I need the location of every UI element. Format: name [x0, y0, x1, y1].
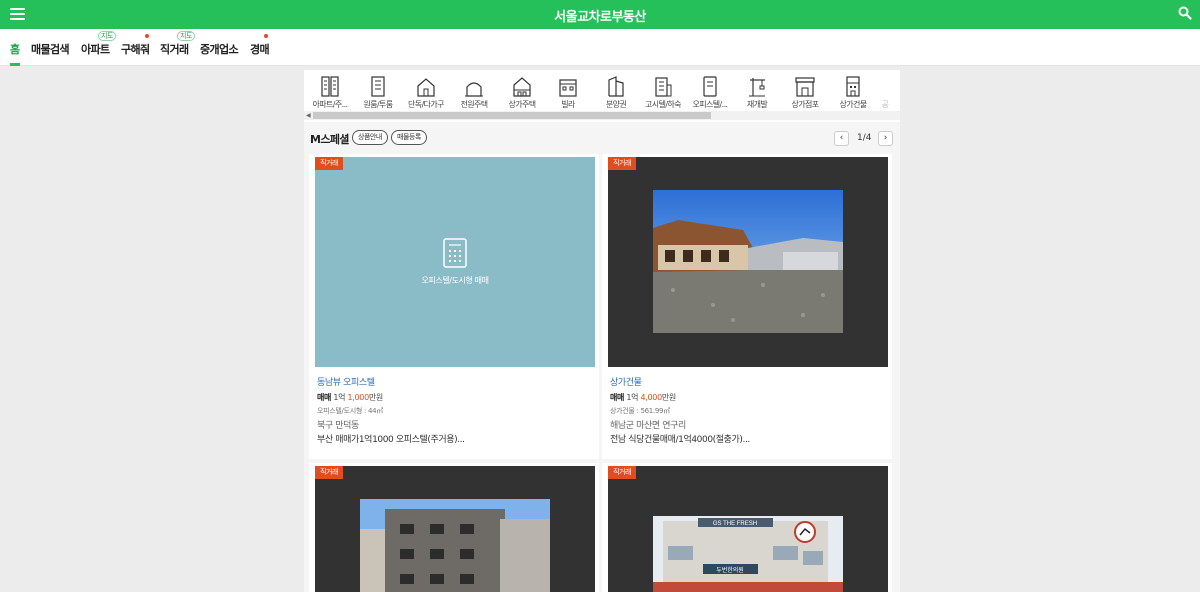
store-icon: [795, 77, 815, 97]
search-icon[interactable]: [1178, 6, 1192, 20]
listing-image[interactable]: 직거래: [608, 157, 888, 367]
category-house[interactable]: 단독/다가구: [403, 75, 449, 110]
direct-deal-badge: 직거래: [608, 157, 636, 170]
oneroom-icon: [371, 76, 385, 97]
new-dot: [145, 34, 149, 38]
image-placeholder-label: 오피스텔/도시형 매매: [421, 276, 489, 285]
nav-home[interactable]: 홈: [10, 41, 20, 57]
category-label: 상가주택: [508, 100, 536, 109]
category-goshitel[interactable]: 고시텔/하숙: [640, 75, 686, 110]
building-photo: [653, 190, 843, 333]
section-title: M스페셜: [310, 133, 350, 146]
nav-auction[interactable]: 경매: [250, 41, 270, 57]
nav-direct-deal[interactable]: 직거래: [160, 41, 189, 57]
category-label: 전원주택: [460, 100, 488, 109]
active-tab-indicator: [10, 63, 20, 66]
category-label: 재개발: [746, 100, 768, 109]
category-scrollbar[interactable]: ◀: [304, 111, 900, 120]
category-apartment[interactable]: 아파트/주...: [307, 75, 353, 110]
scrollbar-thumb[interactable]: [313, 112, 711, 119]
listing-card[interactable]: 직거래 상가건물 매매 1억 4,000만원 상가건물 : 561.99㎡ 해남…: [602, 154, 892, 459]
site-title[interactable]: 서울교차로부동산: [0, 6, 1200, 25]
nav-property-search[interactable]: 매물검색: [31, 41, 70, 57]
listing-price: 매매 1억 4,000만원: [610, 393, 676, 402]
listing-card[interactable]: 오피스텔/도시형 매매 직거래 동남뷰 오피스텔 매매 1억 1,000만원 오…: [309, 154, 599, 459]
nav-apartment[interactable]: 아파트: [81, 41, 110, 57]
officetel-icon: [703, 76, 717, 97]
nav-wanted[interactable]: 구해줘: [121, 41, 150, 57]
scroll-left-icon[interactable]: ◀: [306, 112, 311, 119]
category-label: 단독/다가구: [408, 100, 445, 109]
category-label: 오피스텔/...: [692, 100, 729, 109]
category-label: 분양권: [605, 100, 627, 109]
category-store[interactable]: 상가점포: [782, 75, 828, 110]
storefront-sign: 두번한의원: [716, 566, 744, 574]
building-photo: [360, 499, 550, 592]
more-icon: [878, 75, 892, 97]
category-redevelopment[interactable]: 재개발: [734, 75, 780, 110]
listing-image[interactable]: 직거래: [315, 466, 595, 592]
nav-agencies[interactable]: 중개업소: [200, 41, 239, 57]
storefront-sign: GS THE FRESH: [713, 521, 757, 527]
category-shop-house[interactable]: 상가주택: [499, 75, 545, 110]
direct-deal-badge: 직거래: [608, 466, 636, 479]
category-strip: 아파트/주... 원룸/투룸 단독/다가구 전원주택 상가주택 빌라 분양권 고…: [304, 70, 900, 122]
listing-card[interactable]: GS THE FRESH 두번한의원 직거래: [602, 463, 892, 592]
villa-icon: [559, 79, 577, 97]
map-pill-direct: 지도: [177, 31, 195, 41]
category-oneroom[interactable]: 원룸/투룸: [355, 75, 401, 110]
category-label: 공: [881, 100, 889, 109]
prev-page-button[interactable]: ‹: [834, 131, 849, 146]
category-label: 상가점포: [791, 100, 819, 109]
listing-price: 매매 1억 1,000만원: [317, 393, 383, 402]
category-country-house[interactable]: 전원주택: [451, 75, 497, 110]
goshitel-icon: [655, 77, 672, 97]
country-house-icon: [465, 82, 483, 97]
category-label: 아파트/주...: [312, 100, 349, 109]
listing-image[interactable]: 오피스텔/도시형 매매 직거래: [315, 157, 595, 367]
category-more[interactable]: 공: [870, 75, 900, 110]
page-indicator: 1/4: [857, 133, 872, 143]
apartment-icon: [321, 76, 339, 97]
main-nav: 홈 매물검색 아파트 지도 구해줘 직거래 지도 중개업소 경매: [0, 29, 1200, 66]
listing-card[interactable]: 직거래: [309, 463, 599, 592]
category-villa[interactable]: 빌라: [545, 75, 591, 110]
listing-meta: 오피스텔/도시형 : 44㎡: [317, 407, 383, 415]
direct-deal-badge: 직거래: [315, 157, 343, 170]
building-photo: GS THE FRESH 두번한의원: [653, 516, 843, 592]
content-panel: 아파트/주... 원룸/투룸 단독/다가구 전원주택 상가주택 빌라 분양권 고…: [304, 70, 900, 592]
category-label: 원룸/투룸: [363, 100, 393, 109]
presale-icon: [608, 76, 624, 97]
redevelopment-icon: [749, 78, 765, 97]
direct-deal-badge: 직거래: [315, 466, 343, 479]
house-icon: [417, 78, 435, 97]
officetel-icon: [443, 238, 467, 268]
top-bar: 서울교차로부동산: [0, 0, 1200, 29]
category-presale[interactable]: 분양권: [593, 75, 639, 110]
listing-image[interactable]: GS THE FRESH 두번한의원 직거래: [608, 466, 888, 592]
product-info-button[interactable]: 상품안내: [352, 130, 388, 145]
shop-house-icon: [513, 77, 531, 97]
listing-description: 부산 매매가1억1000 오피스텔(주거용)...: [317, 435, 465, 445]
register-listing-button[interactable]: 매물등록: [391, 130, 427, 145]
listing-meta: 상가건물 : 561.99㎡: [610, 407, 670, 415]
category-label: 빌라: [561, 100, 575, 109]
category-label: 고시텔/하숙: [645, 100, 682, 109]
listing-region: 북구 만덕동: [317, 421, 359, 431]
listing-title[interactable]: 동남뷰 오피스텔: [317, 375, 375, 388]
commercial-building-icon: [846, 76, 860, 97]
map-pill-apartment: 지도: [98, 31, 116, 41]
listing-description: 전남 식당건물매매/1억4000(절충가)...: [610, 435, 750, 445]
next-page-button[interactable]: ›: [878, 131, 893, 146]
new-dot: [264, 34, 268, 38]
category-officetel[interactable]: 오피스텔/...: [687, 75, 733, 110]
listing-title[interactable]: 상가건물: [610, 375, 642, 388]
listing-region: 해남군 마산면 연구리: [610, 421, 686, 431]
